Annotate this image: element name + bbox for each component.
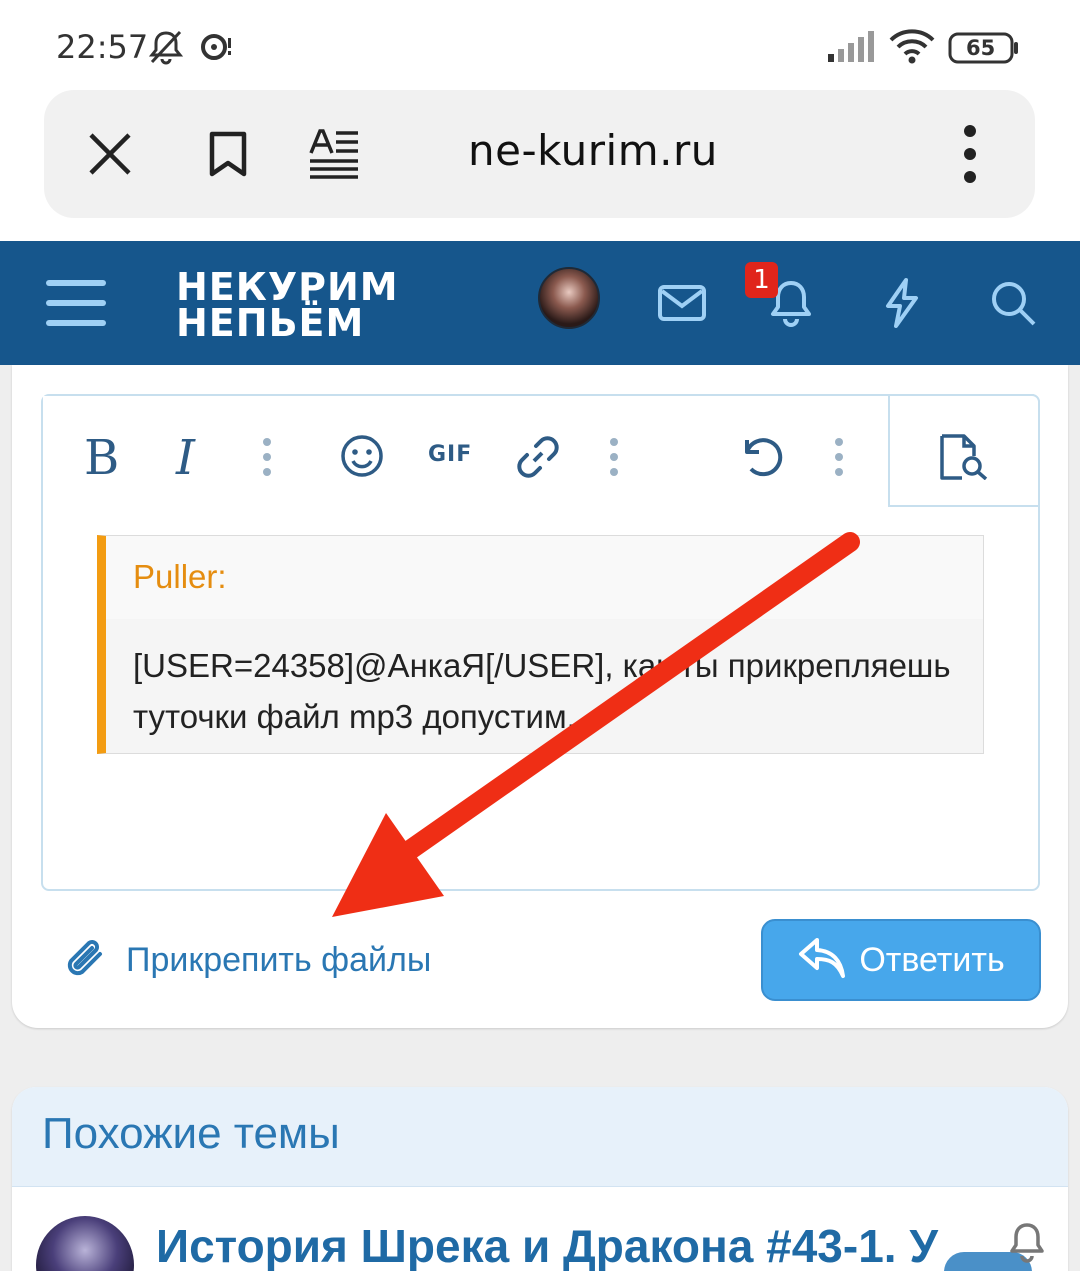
smile-icon[interactable] (339, 433, 385, 479)
preview-button[interactable] (888, 394, 1040, 507)
bookmark-icon[interactable] (194, 120, 262, 188)
link-icon[interactable] (514, 433, 562, 481)
media-icon (200, 32, 234, 66)
reader-mode-icon[interactable] (300, 120, 368, 188)
thread-title[interactable]: История Шрека и Дракона #43-1. У (156, 1219, 938, 1271)
lightning-icon[interactable] (880, 263, 924, 343)
gif-icon[interactable]: GIF (428, 442, 472, 467)
mail-icon[interactable] (654, 263, 710, 343)
signal-icon (826, 30, 876, 68)
browser-toolbar: ne-kurim.ru (0, 90, 1080, 241)
more-icon[interactable] (936, 120, 1004, 188)
wifi-icon (888, 28, 936, 70)
battery-level: 65 (966, 36, 996, 60)
paperclip-icon (64, 934, 108, 986)
thread-avatar[interactable] (36, 1216, 134, 1271)
search-icon[interactable] (988, 263, 1038, 343)
similar-threads-header: Похожие темы (12, 1087, 1068, 1187)
attach-files-button[interactable]: Прикрепить файлы (64, 930, 431, 990)
more-icon[interactable] (832, 437, 846, 477)
italic-icon[interactable]: I (176, 430, 195, 486)
more-icon[interactable] (260, 437, 274, 477)
preview-icon (938, 434, 990, 484)
bold-icon[interactable]: B (84, 430, 119, 486)
mute-icon (147, 28, 185, 70)
menu-icon[interactable] (44, 263, 108, 343)
annotation-arrow-icon (332, 532, 860, 917)
reply-button[interactable]: Ответить (761, 919, 1041, 1001)
quote-author[interactable]: Puller: (133, 558, 227, 596)
site-logo[interactable]: НЕКУРИМ НЕПЬЁМ (176, 265, 399, 345)
similar-threads-title: Похожие темы (42, 1109, 340, 1158)
status-time: 22:57 (56, 28, 149, 66)
more-icon[interactable] (607, 437, 621, 477)
reply-label: Ответить (859, 940, 1005, 979)
notification-badge: 1 (745, 262, 778, 298)
reply-icon (797, 936, 847, 984)
similar-threads-block: Похожие темы История Шрека и Дракона #43… (12, 1087, 1068, 1271)
attach-files-label: Прикрепить файлы (126, 940, 432, 979)
logo-line-2: НЕПЬЁМ (176, 301, 365, 345)
status-bar: 22:57 65 (0, 0, 1080, 90)
bell-icon[interactable] (1008, 1221, 1046, 1269)
close-icon[interactable] (76, 120, 144, 188)
url-text[interactable]: ne-kurim.ru (468, 126, 718, 175)
address-bar[interactable]: ne-kurim.ru (44, 90, 1035, 218)
avatar[interactable] (538, 267, 600, 329)
undo-icon[interactable] (737, 432, 785, 480)
logo-line-1: НЕКУРИМ (176, 265, 399, 309)
